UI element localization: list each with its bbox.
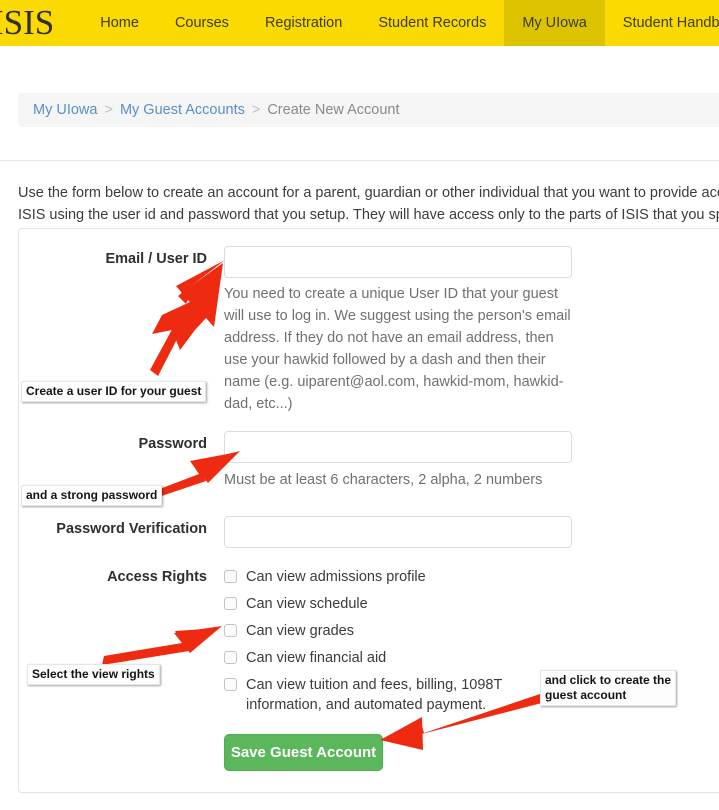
- create-account-form-panel: Email / User ID You need to create a uni…: [18, 228, 719, 793]
- breadcrumb-link-my-uiowa[interactable]: My UIowa: [33, 102, 97, 118]
- breadcrumb-current-page: Create New Account: [267, 102, 400, 118]
- checkbox-grades[interactable]: [224, 624, 237, 637]
- checkbox-admissions-profile[interactable]: [224, 570, 237, 583]
- checkbox-tuition-fees[interactable]: [224, 678, 237, 691]
- breadcrumb-link-my-guest-accounts[interactable]: My Guest Accounts: [120, 102, 245, 118]
- password-input[interactable]: [224, 431, 572, 463]
- page-intro-text: Use the form below to create an account …: [18, 182, 719, 226]
- nav-item-courses[interactable]: Courses: [157, 0, 247, 46]
- access-rights-label: Access Rights: [107, 569, 207, 585]
- nav-item-list: Home Courses Registration Student Record…: [82, 0, 719, 46]
- checkbox-financial-aid[interactable]: [224, 651, 237, 664]
- annotation-create-user-id: Create a user ID for your guest: [21, 381, 207, 402]
- password-label: Password: [138, 436, 208, 452]
- checkbox-label-grades: Can view grades: [246, 623, 354, 639]
- password-verification-label: Password Verification: [56, 521, 207, 537]
- email-help-text: You need to create a unique User ID that…: [224, 286, 571, 412]
- main-navigation-bar: ISIS Home Courses Registration Student R…: [0, 0, 719, 46]
- checkbox-label-financial-aid: Can view financial aid: [246, 650, 387, 666]
- content-divider: [0, 160, 719, 161]
- nav-item-registration[interactable]: Registration: [247, 0, 360, 46]
- breadcrumb-separator-2: >: [251, 102, 261, 118]
- checkbox-row-schedule[interactable]: Can view schedule: [224, 594, 546, 614]
- password-help-text: Must be at least 6 characters, 2 alpha, …: [224, 472, 543, 488]
- password-verification-input[interactable]: [224, 516, 572, 548]
- nav-item-student-handbook[interactable]: Student Handbook: [605, 0, 719, 46]
- checkbox-label-admissions-profile: Can view admissions profile: [246, 569, 426, 585]
- annotation-strong-password: and a strong password: [21, 485, 163, 506]
- nav-item-home[interactable]: Home: [82, 0, 157, 46]
- nav-divider: [0, 46, 719, 48]
- annotation-select-view-rights: Select the view rights: [27, 664, 160, 685]
- checkbox-label-schedule: Can view schedule: [246, 596, 368, 612]
- email-label: Email / User ID: [105, 251, 207, 267]
- email-input[interactable]: [224, 246, 572, 278]
- checkbox-row-tuition-fees[interactable]: Can view tuition and fees, billing, 1098…: [224, 675, 546, 715]
- nav-item-my-uiowa[interactable]: My UIowa: [504, 0, 605, 46]
- nav-item-student-records[interactable]: Student Records: [360, 0, 504, 46]
- breadcrumb: My UIowa > My Guest Accounts > Create Ne…: [18, 93, 719, 127]
- intro-line-1: Use the form below to create an account …: [18, 185, 719, 201]
- checkbox-row-financial-aid[interactable]: Can view financial aid: [224, 648, 546, 668]
- intro-line-2: ISIS using the user id and password that…: [18, 207, 719, 223]
- checkbox-schedule[interactable]: [224, 597, 237, 610]
- checkbox-label-tuition-fees: Can view tuition and fees, billing, 1098…: [246, 677, 503, 713]
- save-guest-account-button[interactable]: Save Guest Account: [224, 734, 383, 771]
- checkbox-row-admissions-profile[interactable]: Can view admissions profile: [224, 567, 546, 587]
- checkbox-row-grades[interactable]: Can view grades: [224, 621, 546, 641]
- breadcrumb-separator-1: >: [104, 102, 113, 118]
- annotation-click-to-create: and click to create the guest account: [540, 670, 677, 706]
- isis-logo: ISIS: [0, 3, 55, 42]
